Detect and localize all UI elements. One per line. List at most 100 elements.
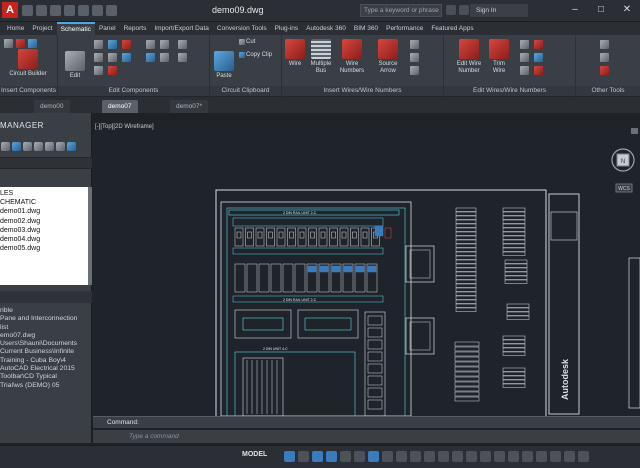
toggle-wire-icon[interactable] bbox=[520, 66, 529, 75]
quick-properties-icon[interactable] bbox=[508, 451, 519, 462]
wire-numbers-button[interactable]: Wire Numbers bbox=[338, 39, 366, 75]
doc-tab[interactable]: demo00 bbox=[34, 100, 70, 113]
isolate-icon[interactable] bbox=[536, 451, 547, 462]
3d-osnap-icon[interactable] bbox=[424, 451, 435, 462]
dynamic-ucs-icon[interactable] bbox=[438, 451, 449, 462]
customization-icon[interactable] bbox=[578, 451, 589, 462]
ribbon-tab-bim-360[interactable]: BIM 360 bbox=[350, 22, 382, 35]
edit-button[interactable]: Edit bbox=[62, 51, 88, 80]
undo-icon[interactable] bbox=[92, 5, 103, 16]
tree-item[interactable]: demo03.dwg bbox=[0, 226, 88, 235]
circuit-builder-button[interactable]: Circuit Builder bbox=[8, 49, 48, 78]
cable-markers-icon[interactable] bbox=[410, 53, 419, 62]
reports-icon[interactable] bbox=[178, 40, 187, 49]
refresh-icon[interactable] bbox=[34, 142, 43, 151]
ribbon-tab-conversion-tools[interactable]: Conversion Tools bbox=[213, 22, 271, 35]
command-input[interactable]: Type a command bbox=[129, 432, 589, 442]
navigation-bar[interactable] bbox=[631, 128, 638, 134]
attribute-icon[interactable] bbox=[146, 40, 155, 49]
ribbon-tab-home[interactable]: Home bbox=[3, 22, 28, 35]
retag-icon[interactable] bbox=[108, 53, 117, 62]
object-snap-icon[interactable] bbox=[368, 451, 379, 462]
search-icon[interactable] bbox=[446, 5, 456, 15]
save-as-icon[interactable] bbox=[64, 5, 75, 16]
source-arrow-button[interactable]: Source Arrow bbox=[374, 39, 402, 75]
tree-scrollbar[interactable] bbox=[88, 187, 92, 285]
clean-screen-icon[interactable] bbox=[564, 451, 575, 462]
close-button[interactable]: ✕ bbox=[614, 0, 640, 20]
ribbon-tab-autodesk-360[interactable]: Autodesk 360 bbox=[302, 22, 350, 35]
insert-component-icon[interactable] bbox=[16, 39, 25, 48]
gap-icon[interactable] bbox=[520, 53, 529, 62]
stretch-wire-icon[interactable] bbox=[534, 40, 543, 49]
ribbon-tab-performance[interactable]: Performance bbox=[382, 22, 427, 35]
stretch-icon[interactable] bbox=[160, 53, 169, 62]
multiple-bus-button[interactable]: Multiple Bus bbox=[308, 39, 334, 75]
squeeze-icon[interactable] bbox=[146, 53, 155, 62]
hardware-accel-icon[interactable] bbox=[550, 451, 561, 462]
doc-tab-active[interactable]: demo07 bbox=[102, 100, 138, 113]
revise-ladder-icon[interactable] bbox=[600, 53, 609, 62]
search-input[interactable]: Type a keyword or phrase bbox=[360, 4, 442, 17]
save-icon[interactable] bbox=[50, 5, 61, 16]
toggle-no-nc-icon[interactable] bbox=[122, 53, 131, 62]
ribbon-tab-panel[interactable]: Panel bbox=[95, 22, 120, 35]
swap-icon[interactable] bbox=[108, 66, 117, 75]
annotation-scale-icon[interactable] bbox=[452, 451, 463, 462]
ribbon-tab-plug-ins[interactable]: Plug-ins bbox=[271, 22, 302, 35]
wire-type-icon[interactable] bbox=[520, 40, 529, 49]
ribbon-tab-schematic[interactable]: Schematic bbox=[56, 22, 95, 35]
tree-item[interactable]: CHEMATIC bbox=[0, 198, 88, 207]
dot-tee-icon[interactable] bbox=[410, 66, 419, 75]
project-properties-icon[interactable] bbox=[45, 142, 54, 151]
align-icon[interactable] bbox=[94, 53, 103, 62]
redo-icon[interactable] bbox=[106, 5, 117, 16]
convert-ladder-icon[interactable] bbox=[600, 66, 609, 75]
lineweight-icon[interactable] bbox=[382, 451, 393, 462]
ribbon-tab-reports[interactable]: Reports bbox=[120, 22, 151, 35]
workspace-icon[interactable] bbox=[466, 451, 477, 462]
edit-wire-number-button[interactable]: Edit Wire Number bbox=[452, 39, 486, 75]
delete-component-icon[interactable] bbox=[94, 40, 103, 49]
minimize-button[interactable]: – bbox=[562, 0, 588, 20]
polar-icon[interactable] bbox=[326, 451, 337, 462]
transparency-icon[interactable] bbox=[396, 451, 407, 462]
plot-icon[interactable] bbox=[78, 5, 89, 16]
selection-cycling-icon[interactable] bbox=[410, 451, 421, 462]
trim-wire-button[interactable]: Trim Wire bbox=[488, 39, 510, 75]
grid-icon[interactable] bbox=[284, 451, 295, 462]
ribbon-tab-import-export-data[interactable]: Import/Export Data bbox=[150, 22, 213, 35]
filter-icon[interactable] bbox=[56, 142, 65, 151]
renumber-ladder-icon[interactable] bbox=[600, 40, 609, 49]
scoot-icon[interactable] bbox=[94, 66, 103, 75]
drawing-canvas[interactable]: [-][Top][2D Wireframe] N WCS 2 DIN RAIL … bbox=[93, 120, 640, 416]
tree-item[interactable]: demo02.dwg bbox=[0, 217, 88, 226]
copy-component-icon[interactable] bbox=[108, 40, 117, 49]
open-file-icon[interactable] bbox=[36, 5, 47, 16]
object-snap-tracking-icon[interactable] bbox=[354, 451, 365, 462]
lock-ui-icon[interactable] bbox=[522, 451, 533, 462]
new-project-icon[interactable] bbox=[12, 142, 21, 151]
wire-color-icon[interactable] bbox=[534, 66, 543, 75]
autocad-app-icon[interactable]: A bbox=[2, 2, 18, 18]
project-select[interactable] bbox=[0, 157, 92, 169]
new-file-icon[interactable] bbox=[22, 5, 33, 16]
icon-menu-icon[interactable] bbox=[4, 39, 13, 48]
ribbon-tab-featured-apps[interactable]: Featured Apps bbox=[427, 22, 477, 35]
open-project-icon[interactable] bbox=[1, 142, 10, 151]
tree-item[interactable]: demo04.dwg bbox=[0, 235, 88, 244]
snap-icon[interactable] bbox=[298, 451, 309, 462]
insert-ladder-icon[interactable] bbox=[410, 40, 419, 49]
tree-item[interactable]: LES bbox=[0, 189, 88, 198]
units-icon[interactable] bbox=[494, 451, 505, 462]
tree-item[interactable]: demo01.dwg bbox=[0, 207, 88, 216]
paste-button[interactable]: Paste bbox=[212, 51, 236, 80]
flip-wire-icon[interactable] bbox=[534, 53, 543, 62]
cross-reference-icon[interactable] bbox=[178, 53, 187, 62]
model-tab[interactable]: MODEL bbox=[242, 451, 267, 458]
wire-button[interactable]: Wire bbox=[284, 39, 306, 68]
move-component-icon[interactable] bbox=[122, 40, 131, 49]
tree-item[interactable]: demo05.dwg bbox=[0, 244, 88, 253]
user-icon[interactable] bbox=[459, 5, 469, 15]
sign-in-button[interactable]: Sign In bbox=[470, 4, 528, 17]
